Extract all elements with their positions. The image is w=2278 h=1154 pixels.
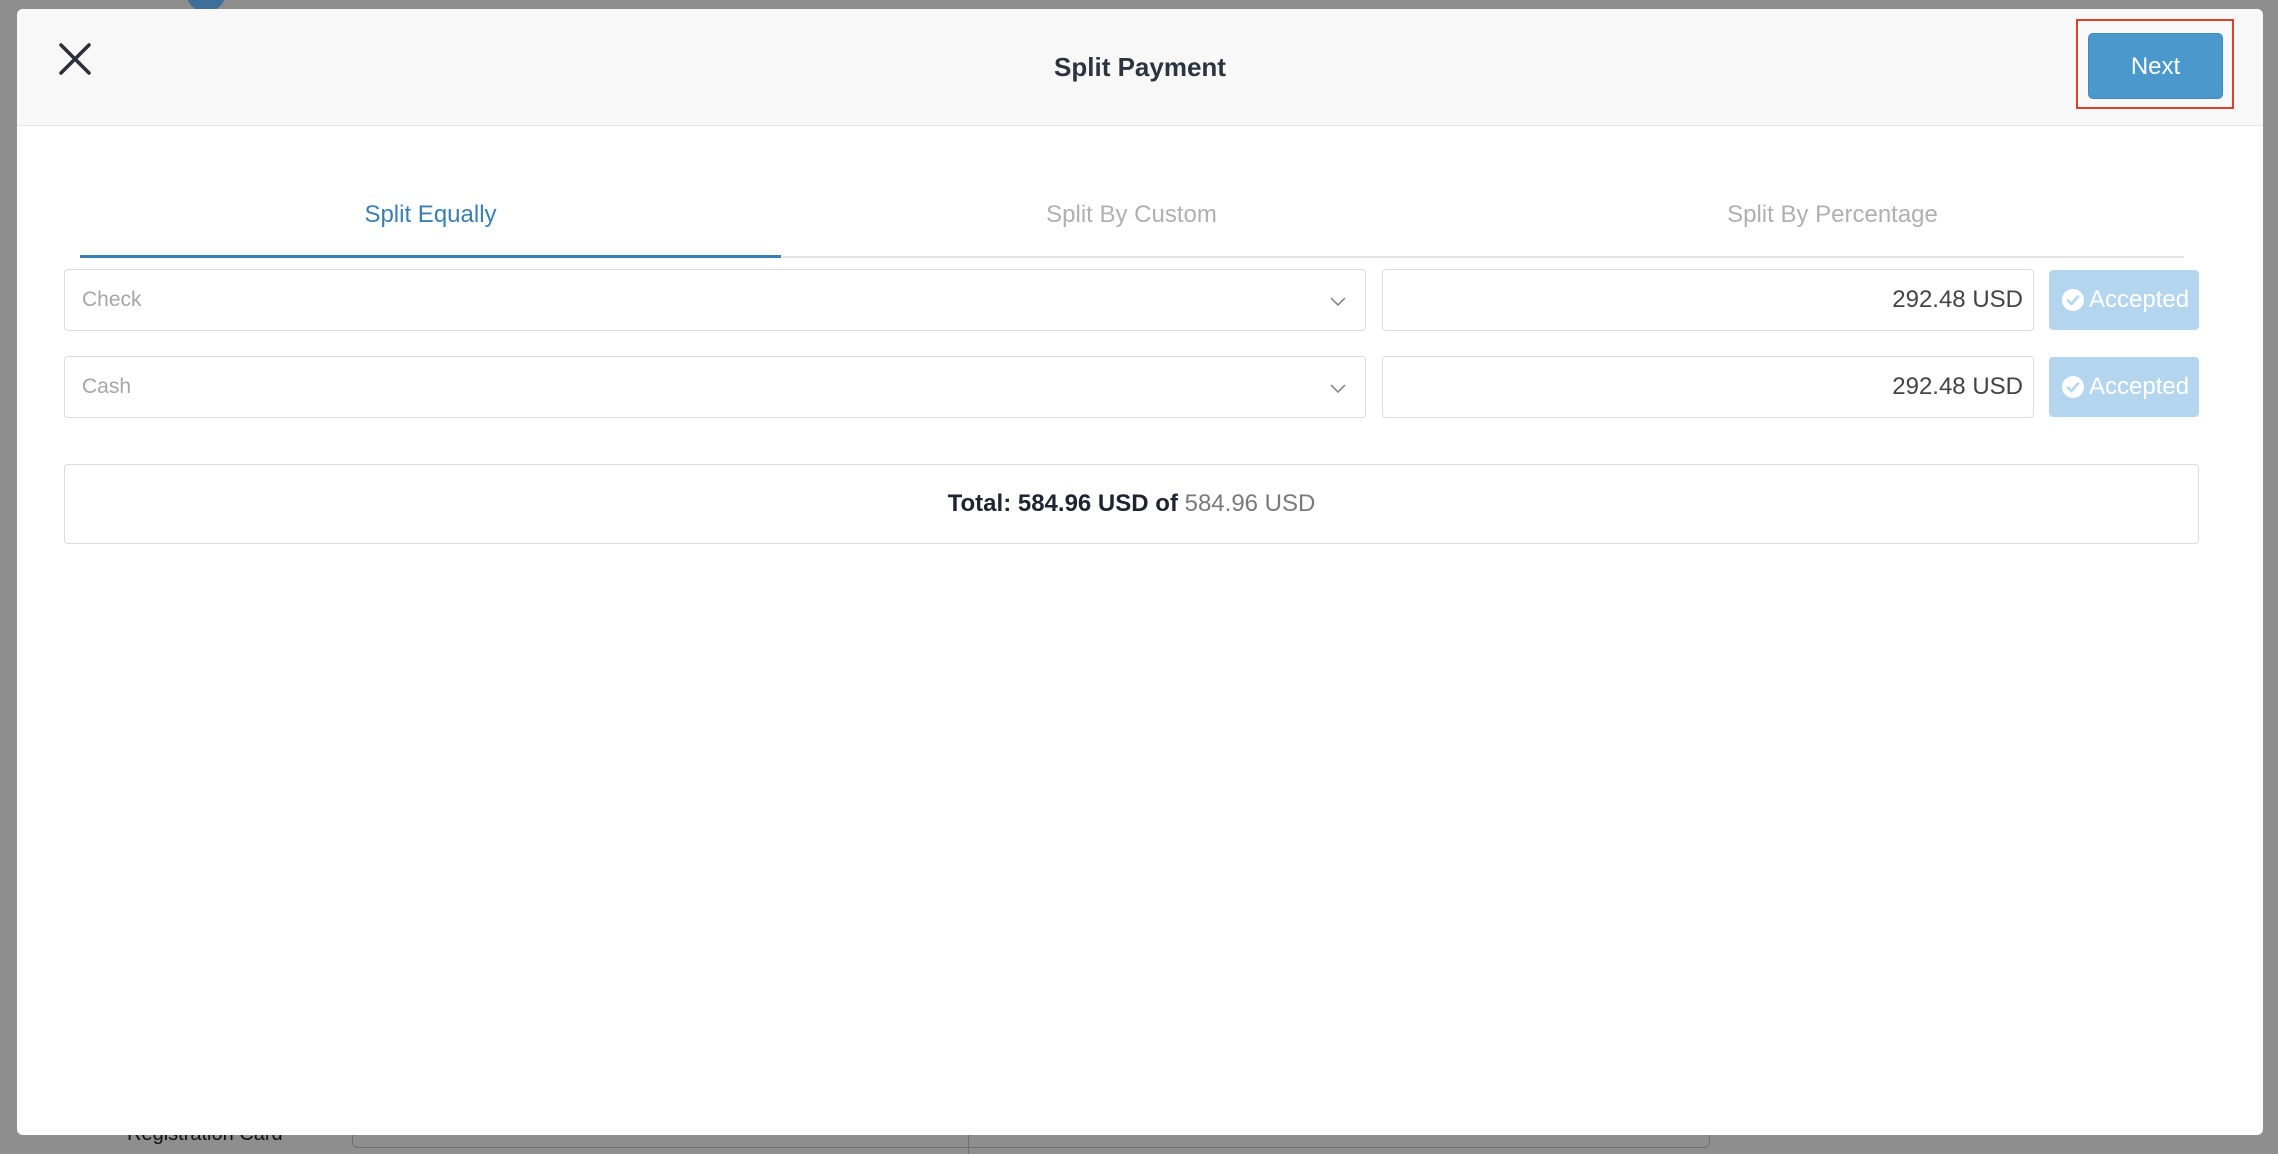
close-button[interactable]	[55, 39, 95, 79]
tab-split-by-percentage[interactable]: Split By Percentage	[1482, 174, 2183, 256]
tab-split-by-custom[interactable]: Split By Custom	[781, 174, 1482, 256]
split-payment-modal: Split Payment Next Split Equally Split B…	[17, 9, 2263, 1135]
tab-split-equally[interactable]: Split Equally	[80, 174, 781, 258]
check-circle-icon	[2062, 289, 2084, 311]
total-summary: Total: 584.96 USD of 584.96 USD	[64, 464, 2199, 544]
payment-method-select[interactable]: Cash	[64, 356, 1366, 418]
total-of: of	[1155, 490, 1178, 517]
accepted-button[interactable]: Accepted	[2049, 357, 2199, 417]
accepted-button[interactable]: Accepted	[2049, 270, 2199, 330]
accepted-label: Accepted	[2089, 373, 2190, 400]
modal-title: Split Payment	[1054, 52, 1226, 82]
payment-amount-input[interactable]: 292.48 USD	[1382, 269, 2034, 331]
accepted-label: Accepted	[2089, 286, 2190, 313]
payment-method-value: Check	[82, 288, 142, 311]
total-max: 584.96 USD	[1184, 490, 1316, 517]
check-circle-icon	[2062, 376, 2084, 398]
close-icon	[59, 43, 91, 75]
chevron-down-icon	[1330, 384, 1346, 394]
next-button[interactable]: Next	[2088, 33, 2223, 99]
payment-method-select[interactable]: Check	[64, 269, 1366, 331]
total-label: Total:	[947, 490, 1012, 517]
total-current: 584.96 USD	[1017, 490, 1149, 517]
payment-amount-input[interactable]: 292.48 USD	[1382, 356, 2034, 418]
chevron-down-icon	[1330, 297, 1346, 307]
modal-header: Split Payment Next	[17, 9, 2263, 126]
split-tabs: Split Equally Split By Custom Split By P…	[80, 174, 2184, 258]
payment-method-value: Cash	[82, 375, 132, 398]
